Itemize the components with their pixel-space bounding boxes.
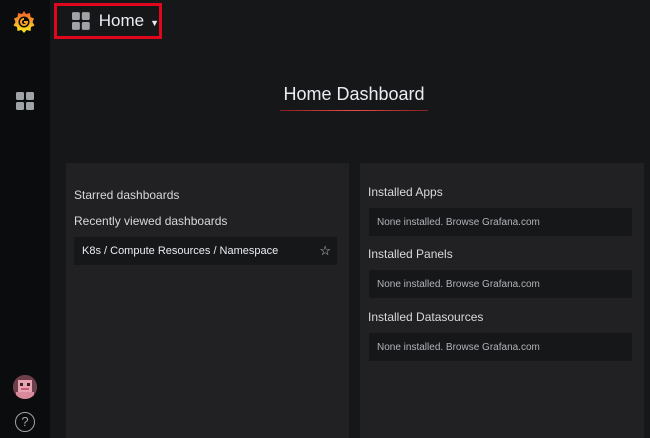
installed-panels-heading: Installed Panels (368, 247, 453, 261)
dashboard-picker-button[interactable]: Home ▼ (54, 3, 162, 39)
grafana-logo-icon[interactable] (11, 9, 37, 35)
installed-apps-empty[interactable]: None installed. Browse Grafana.com (369, 208, 632, 236)
help-icon[interactable]: ? (15, 412, 35, 432)
browse-grafana-link[interactable]: None installed. Browse Grafana.com (377, 342, 540, 353)
list-item[interactable]: K8s / Compute Resources / Namespace ☆ (74, 237, 337, 265)
installed-apps-heading: Installed Apps (368, 185, 443, 199)
sidebar: ? (0, 0, 50, 438)
dashboard-list-panel: Starred dashboards Recently viewed dashb… (66, 163, 349, 438)
dashboard-title: Home (98, 11, 145, 30)
plugin-list-panel: Installed Apps None installed. Browse Gr… (360, 163, 644, 438)
installed-datasources-empty[interactable]: None installed. Browse Grafana.com (369, 333, 632, 361)
caret-down-icon: ▼ (150, 17, 159, 28)
installed-panels-empty[interactable]: None installed. Browse Grafana.com (369, 270, 632, 298)
grid-icon (71, 12, 90, 30)
top-navbar: Home ▼ (50, 0, 650, 48)
dashboard-link[interactable]: K8s / Compute Resources / Namespace (82, 245, 278, 257)
browse-grafana-link[interactable]: None installed. Browse Grafana.com (377, 279, 540, 290)
starred-dashboards-heading: Starred dashboards (74, 188, 180, 202)
star-icon[interactable]: ☆ (319, 243, 331, 259)
browse-grafana-link[interactable]: None installed. Browse Grafana.com (377, 217, 540, 228)
recent-dashboards-heading: Recently viewed dashboards (74, 214, 228, 228)
title-underline (280, 110, 428, 111)
avatar[interactable] (13, 375, 37, 399)
page-title: Home Dashboard (283, 84, 425, 104)
dashboards-icon[interactable] (15, 91, 35, 111)
installed-datasources-heading: Installed Datasources (368, 310, 484, 324)
